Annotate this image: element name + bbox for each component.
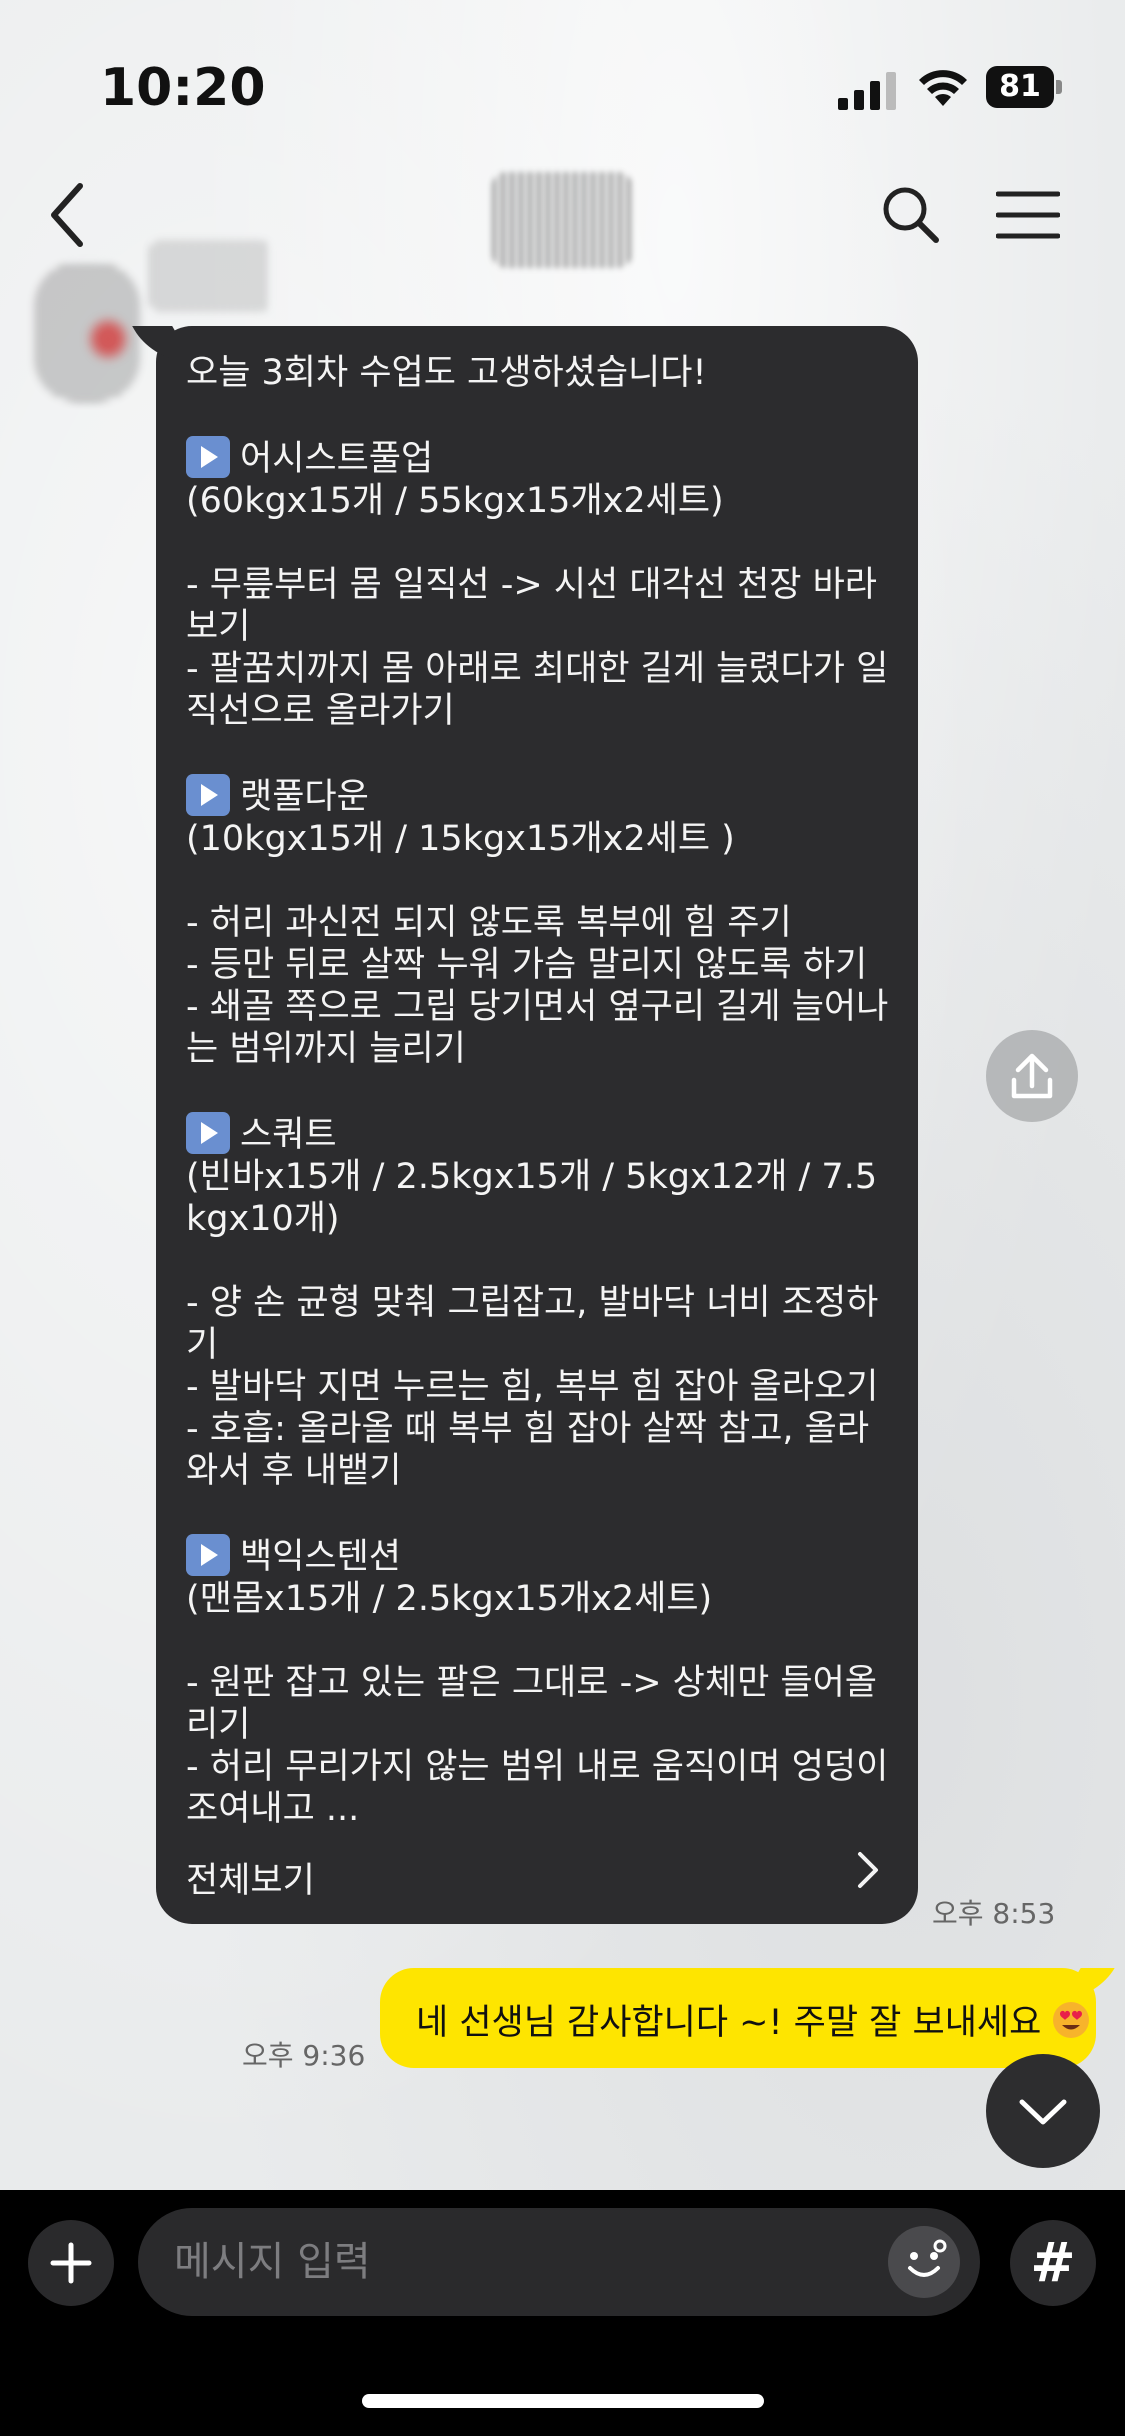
sent-message-time: 오후 9:36 (242, 2039, 366, 2072)
play-button-icon (186, 774, 230, 816)
chevron-right-icon[interactable] (854, 1850, 882, 1890)
status-time: 10:20 (100, 58, 266, 118)
received-message-time: 오후 8:53 (932, 1897, 1056, 1930)
plus-icon (50, 2242, 92, 2284)
share-icon (1011, 1053, 1053, 1099)
search-icon[interactable] (880, 184, 940, 244)
view-all-button[interactable]: 전체보기 (186, 1852, 315, 1903)
cellular-signal-icon (838, 72, 896, 110)
home-indicator (362, 2394, 764, 2408)
sent-message-row: 네 선생님 감사합니다 ~! 주말 잘 보내세요 (416, 1994, 1091, 2045)
menu-icon[interactable] (996, 190, 1060, 240)
received-message-text: 오늘 3회차 수업도 고생하셨습니다! 어시스트풀업 (60kgx15개 / 5… (186, 353, 889, 1829)
play-button-icon (186, 1112, 230, 1154)
avatar[interactable] (34, 262, 140, 402)
chevron-down-icon (1019, 2099, 1067, 2125)
scroll-to-bottom-button[interactable] (986, 2054, 1100, 2168)
sent-message-text: 네 선생님 감사합니다 ~! 주말 잘 보내세요 (416, 2003, 1042, 2043)
share-button[interactable] (986, 1030, 1078, 1122)
received-message-bubble[interactable]: 오늘 3회차 수업도 고생하셨습니다! 어시스트풀업 (60kgx15개 / 5… (156, 326, 918, 1924)
emoticon-button[interactable] (888, 2226, 960, 2298)
hashtag-search-button[interactable]: # (1010, 2220, 1096, 2306)
message-input[interactable] (138, 2208, 980, 2316)
battery-icon: 81 (986, 66, 1064, 108)
sent-message-bubble[interactable]: 네 선생님 감사합니다 ~! 주말 잘 보내세요 (380, 1968, 1096, 2068)
play-button-icon (186, 436, 230, 478)
attach-button[interactable] (28, 2220, 114, 2306)
play-button-icon (186, 1534, 230, 1576)
back-icon[interactable] (44, 180, 94, 250)
sender-name (150, 240, 270, 312)
wifi-icon (919, 70, 967, 106)
emoticon-icon (908, 2239, 947, 2277)
battery-level: 81 (986, 66, 1054, 108)
heart-eyes-emoji-icon (1053, 2002, 1090, 2038)
chat-title (492, 172, 632, 268)
